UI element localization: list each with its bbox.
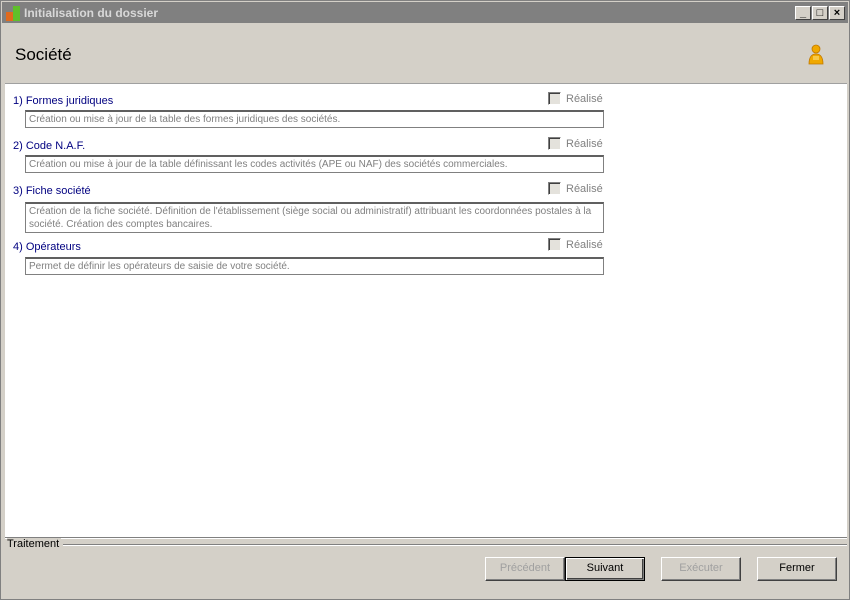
done-label: Réalisé	[566, 138, 603, 150]
done-label: Réalisé	[566, 93, 603, 105]
divider	[5, 537, 847, 539]
checkbox-box[interactable]	[548, 92, 561, 105]
page-header: Société	[5, 25, 847, 83]
execute-button[interactable]: Exécuter	[661, 557, 741, 581]
step-label[interactable]: 1) Formes juridiques	[13, 95, 113, 107]
done-checkbox[interactable]: Réalisé	[548, 92, 608, 108]
step-label[interactable]: 4) Opérateurs	[13, 241, 81, 253]
done-checkbox[interactable]: Réalisé	[548, 137, 608, 153]
checkbox-box[interactable]	[548, 182, 561, 195]
step-description: Création ou mise à jour de la table défi…	[25, 155, 604, 173]
steps-panel: 1) Formes juridiques Réalisé Création ou…	[5, 83, 847, 537]
minimize-button[interactable]: _	[795, 6, 811, 20]
checkbox-box[interactable]	[548, 137, 561, 150]
step-label[interactable]: 2) Code N.A.F.	[13, 140, 85, 152]
close-window-button[interactable]: ×	[829, 6, 845, 20]
page-title: Société	[15, 45, 72, 64]
step-description: Création ou mise à jour de la table des …	[25, 110, 604, 128]
maximize-button[interactable]: □	[812, 6, 828, 20]
user-icon[interactable]	[807, 44, 825, 66]
step-description: Création de la fiche société. Définition…	[25, 202, 604, 233]
next-button[interactable]: Suivant	[565, 557, 645, 581]
group-divider	[63, 544, 847, 546]
previous-button[interactable]: Précédent	[485, 557, 565, 581]
step-description: Permet de définir les opérateurs de sais…	[25, 257, 604, 275]
done-label: Réalisé	[566, 239, 603, 251]
close-button[interactable]: Fermer	[757, 557, 837, 581]
title-bar[interactable]: Initialisation du dossier _ □ ×	[2, 2, 848, 23]
done-checkbox[interactable]: Réalisé	[548, 238, 608, 254]
group-label: Traitement	[7, 538, 62, 550]
app-icon	[6, 6, 22, 21]
checkbox-box[interactable]	[548, 238, 561, 251]
done-label: Réalisé	[566, 183, 603, 195]
main-window: Initialisation du dossier _ □ × Société …	[0, 0, 850, 600]
window-title: Initialisation du dossier	[24, 6, 159, 20]
done-checkbox[interactable]: Réalisé	[548, 182, 608, 198]
step-label[interactable]: 3) Fiche société	[13, 185, 91, 197]
